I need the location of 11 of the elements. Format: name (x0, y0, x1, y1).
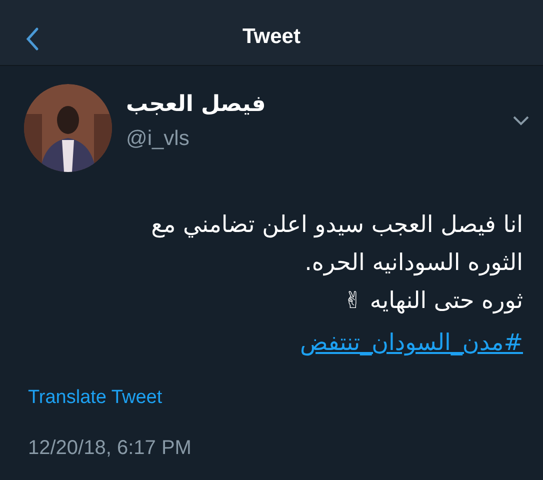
timestamp: 12/20/18, 6:17 PM (28, 436, 192, 458)
chevron-down-icon[interactable] (513, 116, 529, 126)
author-handle: @i_vls (126, 126, 190, 152)
header-title: Tweet (242, 24, 300, 50)
tweet-text-line: الثوره السودانيه الحره. (304, 249, 523, 278)
translate-link[interactable]: Translate Tweet (28, 387, 162, 408)
tweet-text-line: انا فيصل العجب سيدو اعلن تضامني مع (151, 211, 523, 240)
author-name: فيصل العجب (126, 91, 266, 119)
back-icon[interactable] (25, 27, 39, 51)
tweet-text-line: ثوره حتى النهايه ✌ (343, 287, 523, 316)
hashtag-link[interactable]: #مدن_السودان_تنتفض (300, 324, 523, 362)
